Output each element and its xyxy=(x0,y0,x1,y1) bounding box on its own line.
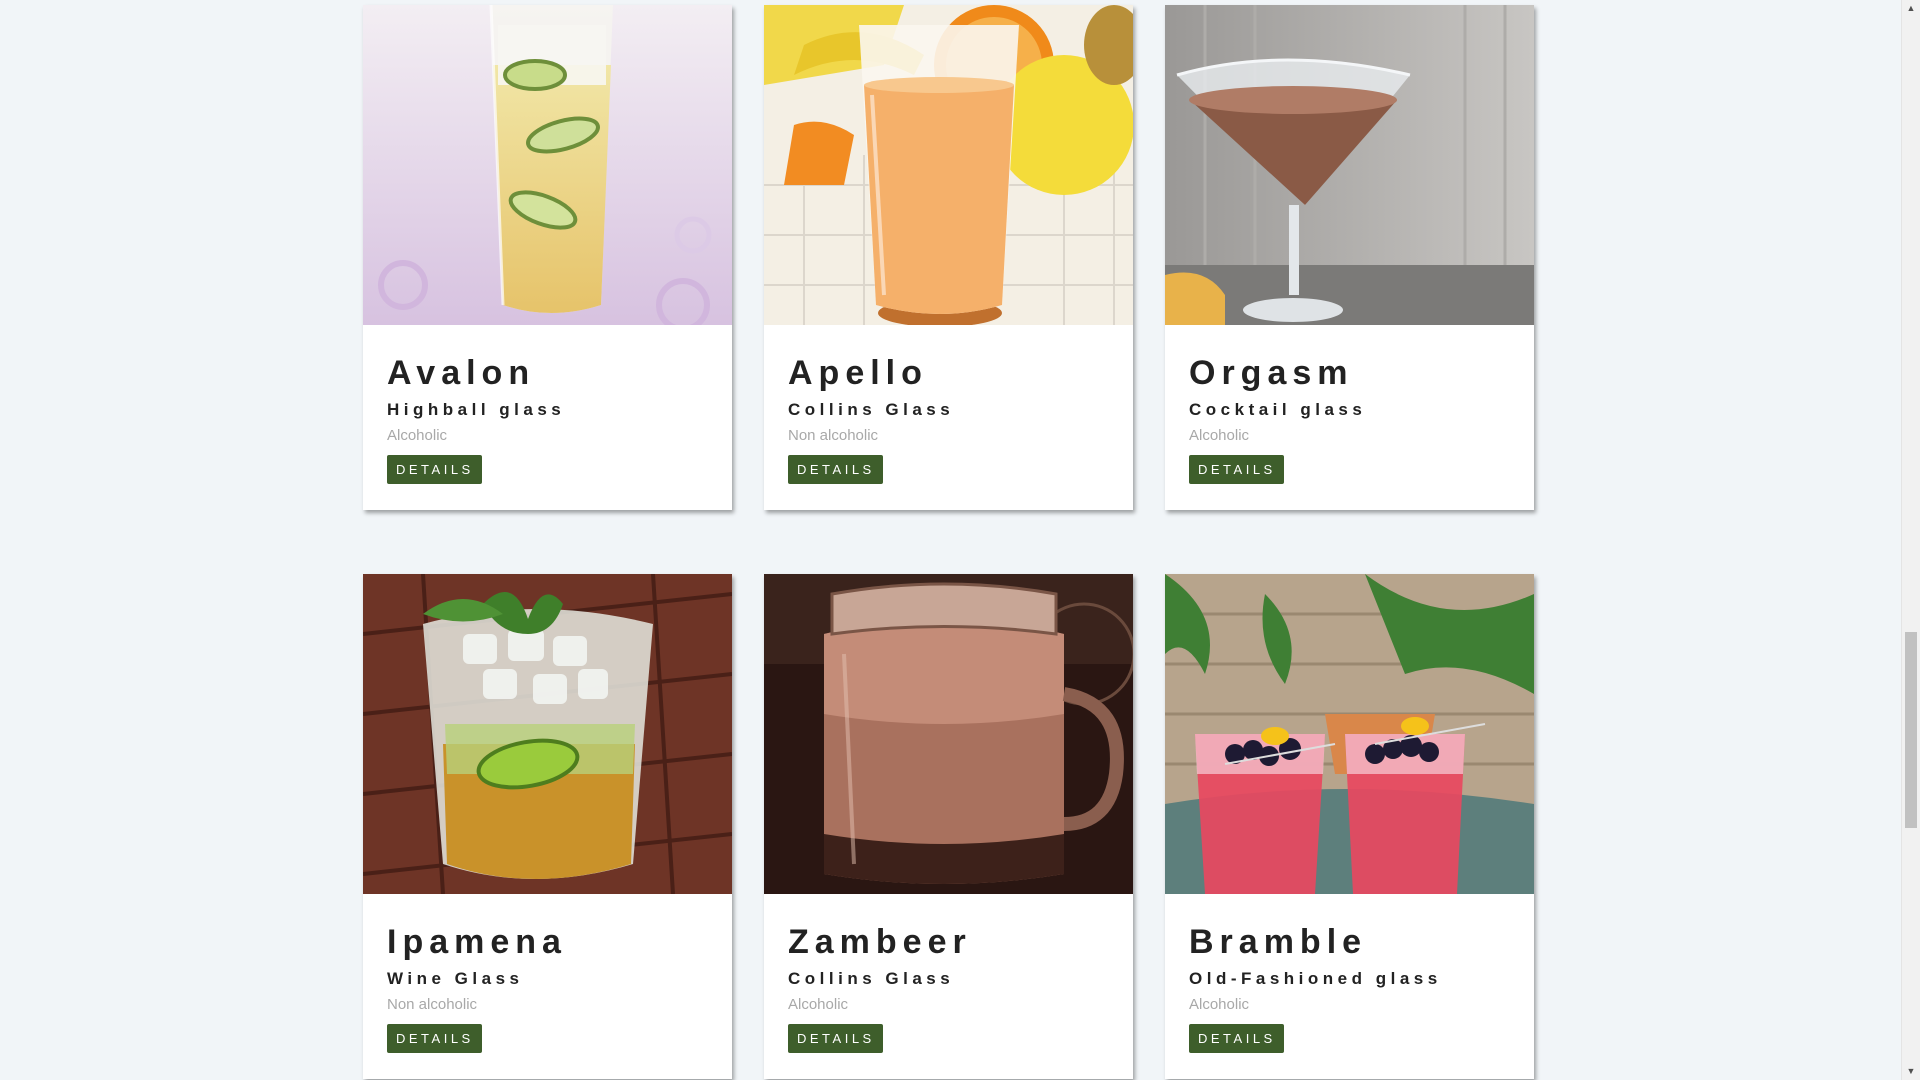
cocktail-card: Orgasm Cocktail glass Alcoholic DETAILS xyxy=(1165,5,1534,510)
cocktail-name: Bramble xyxy=(1189,923,1368,961)
cocktail-alcohol-type: Alcoholic xyxy=(387,427,448,444)
cocktail-glass-type: Collins Glass xyxy=(788,969,955,988)
details-button[interactable]: DETAILS xyxy=(387,455,482,484)
cocktail-image-avalon[interactable] xyxy=(363,5,732,325)
cocktail-card: Ipamena Wine Glass Non alcoholic DETAILS xyxy=(363,574,732,1079)
cocktail-alcohol-type: Alcoholic xyxy=(1189,996,1250,1013)
highball-cucumber-drink-icon xyxy=(363,5,732,325)
cocktail-name: Ipamena xyxy=(387,923,567,961)
cocktail-card: Apello Collins Glass Non alcoholic DETAI… xyxy=(764,5,1133,510)
vertical-scrollbar[interactable]: ▲ ▼ xyxy=(1901,0,1920,1080)
card-body: Bramble Old-Fashioned glass Alcoholic DE… xyxy=(1165,894,1534,1053)
cocktail-card: Zambeer Collins Glass Alcoholic DETAILS xyxy=(764,574,1133,1079)
scrollbar-thumb[interactable] xyxy=(1905,632,1917,828)
cocktail-glass-type: Cocktail glass xyxy=(1189,400,1367,419)
mojito-glass-icon xyxy=(363,574,732,894)
cocktail-glass-type: Wine Glass xyxy=(387,969,524,988)
details-button[interactable]: DETAILS xyxy=(387,1024,482,1053)
cocktail-glass-type: Highball glass xyxy=(387,400,566,419)
cocktail-grid: Avalon Highball glass Alcoholic DETAILS xyxy=(363,5,1534,1079)
cocktail-card: Avalon Highball glass Alcoholic DETAILS xyxy=(363,5,732,510)
cocktail-image-bramble[interactable] xyxy=(1165,574,1534,894)
cocktail-card: Bramble Old-Fashioned glass Alcoholic DE… xyxy=(1165,574,1534,1079)
martini-glass-icon xyxy=(1165,5,1534,325)
cocktail-glass-type: Collins Glass xyxy=(788,400,955,419)
mason-jar-drink-icon xyxy=(764,574,1133,894)
cocktail-alcohol-type: Alcoholic xyxy=(788,996,849,1013)
cocktail-name: Orgasm xyxy=(1189,354,1354,392)
cocktail-image-zambeer[interactable] xyxy=(764,574,1133,894)
orange-juice-glass-icon xyxy=(764,5,1133,325)
card-body: Apello Collins Glass Non alcoholic DETAI… xyxy=(764,325,1133,484)
details-button[interactable]: DETAILS xyxy=(788,1024,883,1053)
card-body: Ipamena Wine Glass Non alcoholic DETAILS xyxy=(363,894,732,1053)
cocktail-alcohol-type: Non alcoholic xyxy=(788,427,879,444)
cocktail-name: Zambeer xyxy=(788,923,972,961)
scroll-up-arrow-icon[interactable]: ▲ xyxy=(1902,0,1920,17)
scroll-down-arrow-icon[interactable]: ▼ xyxy=(1902,1063,1920,1080)
details-button[interactable]: DETAILS xyxy=(1189,1024,1284,1053)
cocktail-glass-type: Old-Fashioned glass xyxy=(1189,969,1442,988)
cocktail-name: Avalon xyxy=(387,354,536,392)
cocktail-image-orgasm[interactable] xyxy=(1165,5,1534,325)
card-body: Avalon Highball glass Alcoholic DETAILS xyxy=(363,325,732,484)
bramble-glasses-icon xyxy=(1165,574,1534,894)
cocktail-image-ipamena[interactable] xyxy=(363,574,732,894)
details-button[interactable]: DETAILS xyxy=(788,455,883,484)
card-body: Orgasm Cocktail glass Alcoholic DETAILS xyxy=(1165,325,1534,484)
cocktail-name: Apello xyxy=(788,354,928,392)
card-body: Zambeer Collins Glass Alcoholic DETAILS xyxy=(764,894,1133,1053)
cocktail-alcohol-type: Non alcoholic xyxy=(387,996,478,1013)
details-button[interactable]: DETAILS xyxy=(1189,455,1284,484)
cocktail-alcohol-type: Alcoholic xyxy=(1189,427,1250,444)
cocktail-image-apello[interactable] xyxy=(764,5,1133,325)
